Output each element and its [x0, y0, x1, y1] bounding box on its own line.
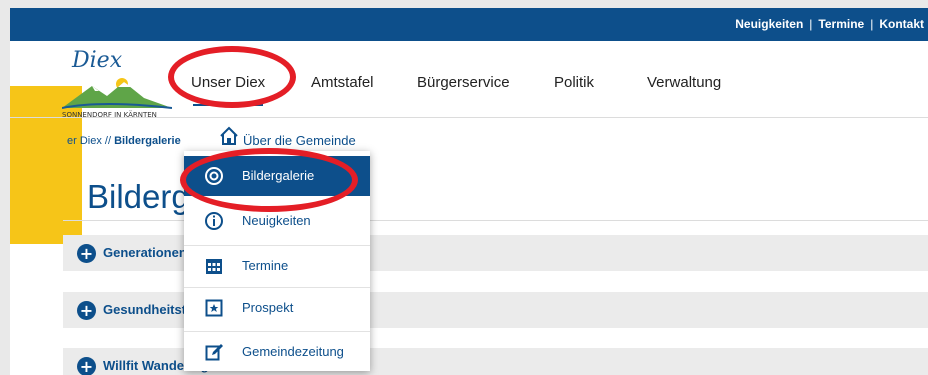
calendar-icon — [206, 259, 222, 274]
header-divider — [10, 117, 928, 118]
top-links: Neuigkeiten | Termine | Kontakt — [735, 17, 924, 31]
dropdown-item-label: Termine — [242, 258, 289, 273]
mountain-logo-icon — [62, 78, 172, 109]
plus-icon: + — [77, 301, 96, 320]
info-icon — [205, 212, 223, 230]
dropdown-item-termine[interactable]: Termine — [184, 245, 370, 286]
highlight-ring-nav — [168, 46, 296, 108]
dropdown-item-label: Prospekt — [242, 300, 294, 315]
nav-politik[interactable]: Politik — [554, 74, 594, 91]
dropdown-item-label: Über die Gemeinde — [243, 133, 356, 148]
nav-verwaltung[interactable]: Verwaltung — [647, 74, 721, 91]
nav-buergerservice[interactable]: Bürgerservice — [417, 74, 510, 91]
top-bar: Neuigkeiten | Termine | Kontakt — [10, 8, 928, 41]
house-icon — [220, 126, 238, 145]
dropdown-item-label: Neuigkeiten — [242, 213, 311, 228]
breadcrumb-parent[interactable]: er Diex // — [67, 135, 111, 147]
plus-icon: + — [77, 244, 96, 263]
dropdown-item-prospekt[interactable]: Prospekt — [184, 287, 370, 328]
highlight-ring-dropdown — [180, 148, 358, 212]
brochure-icon — [205, 299, 223, 317]
edit-icon — [205, 344, 223, 361]
dropdown-item-label: Gemeindezeitung — [242, 344, 344, 359]
dropdown-item-ueber-die-gemeinde[interactable]: Über die Gemeinde — [210, 121, 390, 153]
top-link-kontakt[interactable]: Kontakt — [879, 17, 924, 31]
nav-amtstafel[interactable]: Amtstafel — [311, 74, 374, 91]
top-link-neuigkeiten[interactable]: Neuigkeiten — [735, 17, 803, 31]
logo[interactable]: Diex SONNENDORF IN KÄRNTEN — [62, 48, 182, 126]
top-link-termine[interactable]: Termine — [818, 17, 864, 31]
breadcrumb: er Diex // Bildergalerie — [67, 135, 181, 147]
plus-icon: + — [77, 357, 96, 375]
dropdown-item-gemeindezeitung[interactable]: Gemeindezeitung — [184, 331, 370, 372]
logo-name: Diex — [72, 48, 123, 73]
breadcrumb-current: Bildergalerie — [114, 135, 181, 147]
page: Neuigkeiten | Termine | Kontakt Diex SONNEND… — [10, 8, 928, 375]
